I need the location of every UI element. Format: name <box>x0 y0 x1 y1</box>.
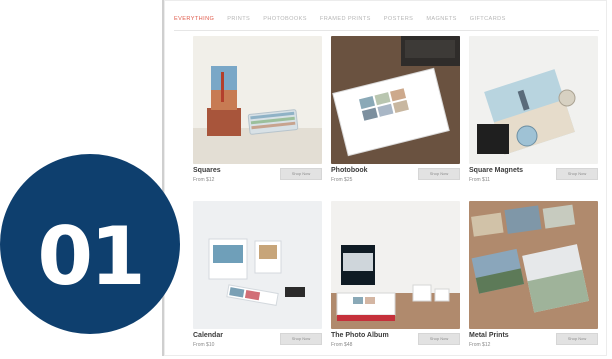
product-price: From $48 <box>331 342 353 348</box>
product-card-metal-prints[interactable]: Metal Prints From $12 Shop Now <box>469 201 598 359</box>
shop-now-button[interactable]: Shop Now <box>280 168 322 180</box>
product-title: Metal Prints <box>469 332 509 339</box>
product-grid: Squares From $12 Shop Now Photobook From… <box>164 0 607 356</box>
product-title: Square Magnets <box>469 167 524 174</box>
step-number: 01 <box>37 210 145 303</box>
shop-now-button[interactable]: Shop Now <box>418 333 460 345</box>
product-price: From $12 <box>469 342 491 348</box>
product-image-square-magnets[interactable] <box>469 36 598 164</box>
product-image-photobook[interactable] <box>331 36 460 164</box>
product-image-squares[interactable] <box>193 36 322 164</box>
product-title: Photobook <box>331 167 368 174</box>
product-card-photo-album[interactable]: The Photo Album From $48 Shop Now <box>331 201 460 359</box>
product-image-photo-album[interactable] <box>331 201 460 329</box>
product-card-squares[interactable]: Squares From $12 Shop Now <box>193 36 322 194</box>
product-title: Squares <box>193 167 221 174</box>
product-card-square-magnets[interactable]: Square Magnets From $11 Shop Now <box>469 36 598 194</box>
product-page: EVERYTHING PRINTS PHOTOBOOKS FRAMED PRIN… <box>162 0 607 356</box>
shop-now-button[interactable]: Shop Now <box>418 168 460 180</box>
product-price: From $25 <box>331 177 353 183</box>
product-title: Calendar <box>193 332 223 339</box>
step-badge: 01 <box>0 154 180 334</box>
product-price: From $12 <box>193 177 215 183</box>
product-title: The Photo Album <box>331 332 389 339</box>
product-price: From $10 <box>193 342 215 348</box>
product-image-metal-prints[interactable] <box>469 201 598 329</box>
product-price: From $11 <box>469 177 491 183</box>
product-image-calendar[interactable] <box>193 201 322 329</box>
product-card-photobook[interactable]: Photobook From $25 Shop Now <box>331 36 460 194</box>
shop-now-button[interactable]: Shop Now <box>280 333 322 345</box>
product-card-calendar[interactable]: Calendar From $10 Shop Now <box>193 201 322 359</box>
shop-now-button[interactable]: Shop Now <box>556 168 598 180</box>
shop-now-button[interactable]: Shop Now <box>556 333 598 345</box>
